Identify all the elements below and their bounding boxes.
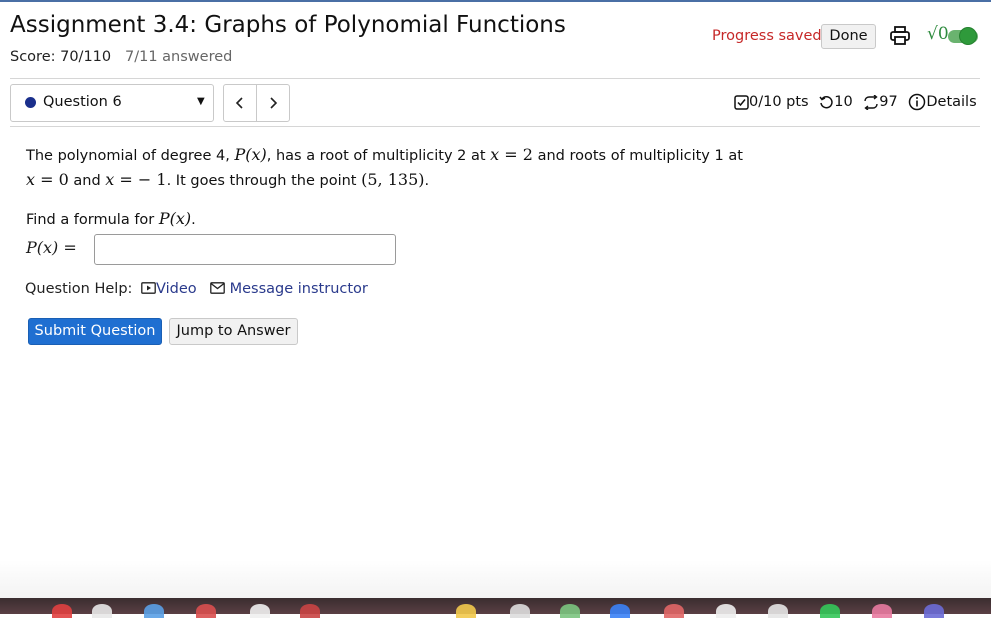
math-expression: = 2 xyxy=(499,145,533,164)
printer-icon[interactable] xyxy=(889,25,911,47)
chevron-left-icon xyxy=(235,96,243,109)
dock-app-icon[interactable] xyxy=(52,604,72,618)
details-link[interactable]: Details xyxy=(908,93,977,111)
score-text: Score: 70/110 xyxy=(10,49,112,65)
attempts-count: 97 xyxy=(879,94,898,110)
dock-app-icon[interactable] xyxy=(560,604,580,618)
question-text-part: . It goes through the point xyxy=(166,173,362,189)
video-help-link[interactable]: Video xyxy=(141,281,197,297)
dock-app-icon[interactable] xyxy=(456,604,476,618)
attempts-icon xyxy=(864,94,878,110)
points-text: 0/10 pts xyxy=(749,94,809,110)
question-text: The polynomial of degree 4, P(x), has a … xyxy=(26,143,746,193)
checkbox-check-icon xyxy=(734,94,749,110)
math-variable: x xyxy=(26,170,36,189)
dock-app-icon[interactable] xyxy=(716,604,736,618)
math-expression: P(x) xyxy=(158,209,192,228)
dock-app-icon[interactable] xyxy=(664,604,684,618)
math-expression: P(x) xyxy=(234,145,267,164)
question-status-dot xyxy=(25,97,36,108)
previous-question-button[interactable] xyxy=(223,84,257,122)
details-label: Details xyxy=(926,94,977,110)
next-question-button[interactable] xyxy=(256,84,290,122)
question-text-part: and xyxy=(68,173,106,189)
math-expression: = − 1 xyxy=(114,170,167,189)
dock-app-icon[interactable] xyxy=(250,604,270,618)
find-text: Find a formula for xyxy=(26,212,159,228)
dock-app-icon[interactable] xyxy=(768,604,788,618)
dock-app-icon[interactable] xyxy=(924,604,944,618)
question-help-label: Question Help: xyxy=(25,281,133,297)
question-text-part: , has a root of multiplicity 2 at xyxy=(266,148,491,164)
caret-down-icon: ▼ xyxy=(197,96,205,107)
assignment-title: Assignment 3.4: Graphs of Polynomial Fun… xyxy=(10,12,566,38)
video-link-label: Video xyxy=(156,281,197,297)
divider xyxy=(10,78,980,79)
find-text-end: . xyxy=(191,212,196,228)
toggle-knob xyxy=(959,27,977,45)
dock-app-icon[interactable] xyxy=(610,604,630,618)
top-border xyxy=(0,0,991,2)
math-variable: x xyxy=(490,145,500,164)
math-point: (5, 135) xyxy=(361,170,425,189)
answer-label: P(x) = xyxy=(26,238,77,257)
question-text-part: The polynomial of degree 4, xyxy=(26,148,235,164)
chevron-right-icon xyxy=(270,96,278,109)
question-selector[interactable]: Question 6 ▼ xyxy=(10,84,214,122)
dock-app-icon[interactable] xyxy=(872,604,892,618)
question-text-part: . xyxy=(424,173,430,189)
info-icon xyxy=(909,93,926,111)
retries-count: 10 xyxy=(834,94,853,110)
math-entry-icon: √0 xyxy=(927,24,949,44)
mail-icon xyxy=(210,282,225,294)
done-button[interactable]: Done xyxy=(821,24,876,49)
find-prompt: Find a formula for P(x). xyxy=(26,209,196,228)
question-text-part: and roots of multiplicity 1 at xyxy=(532,148,743,164)
answer-input[interactable] xyxy=(94,234,396,265)
message-instructor-link[interactable]: Message instructor xyxy=(210,281,368,297)
dock-app-icon[interactable] xyxy=(820,604,840,618)
divider xyxy=(10,126,980,127)
dock-app-icon[interactable] xyxy=(300,604,320,618)
question-selector-label: Question 6 xyxy=(43,94,122,110)
message-link-label: Message instructor xyxy=(229,281,368,297)
math-variable: x xyxy=(105,170,115,189)
retry-icon xyxy=(819,95,833,108)
video-icon xyxy=(141,282,156,294)
progress-status: Progress saved xyxy=(712,28,822,44)
page-bottom-shade xyxy=(0,560,991,598)
math-expression: = 0 xyxy=(35,170,69,189)
dock-app-icon[interactable] xyxy=(510,604,530,618)
dock-app-icon[interactable] xyxy=(144,604,164,618)
dock-app-icon[interactable] xyxy=(92,604,112,618)
dock-app-icon[interactable] xyxy=(196,604,216,618)
submit-question-button[interactable]: Submit Question xyxy=(28,318,162,345)
answered-count: 7/11 answered xyxy=(125,49,233,65)
jump-to-answer-button[interactable]: Jump to Answer xyxy=(169,318,298,345)
question-stats: 0/10 pts 10 97 Details xyxy=(734,93,977,113)
dock-icons xyxy=(0,604,991,618)
